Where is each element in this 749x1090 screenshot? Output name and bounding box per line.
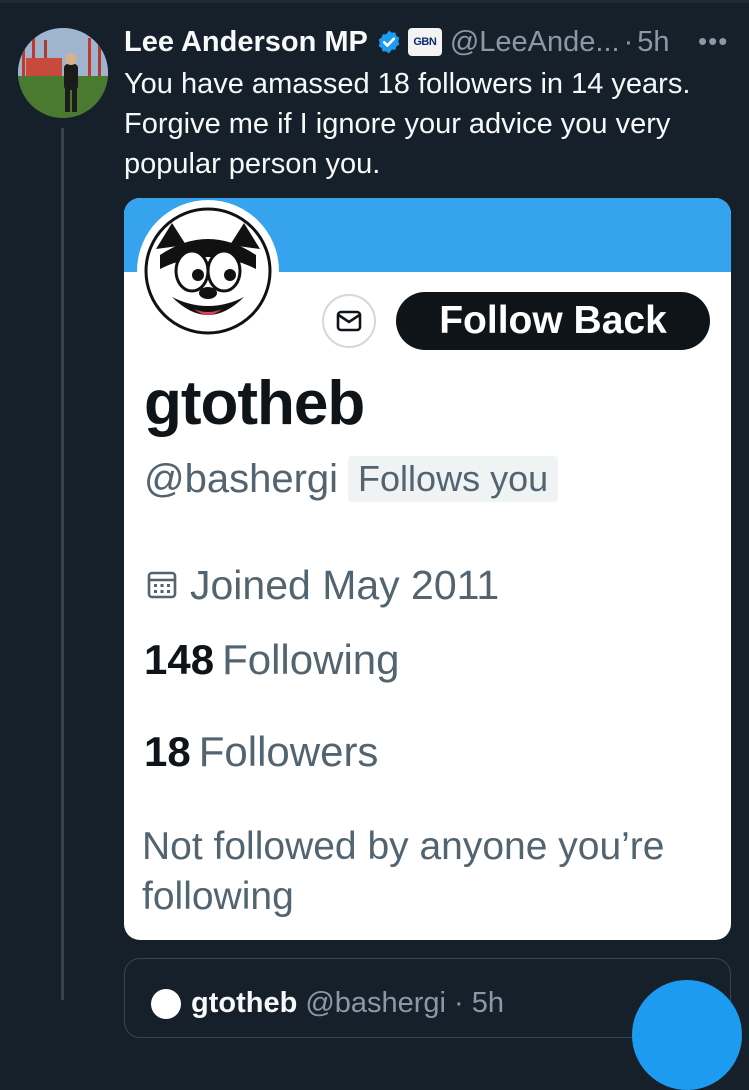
quoted-tweet-header: gtotheb @bashergi · 5h — [151, 987, 504, 1020]
follow-back-button[interactable]: Follow Back — [396, 292, 710, 350]
verified-badge-icon — [378, 30, 400, 54]
more-options-icon[interactable]: ••• — [698, 26, 728, 57]
author-avatar[interactable] — [18, 28, 108, 118]
attached-image-card[interactable]: Follow Back gtotheb @bashergi Follows yo… — [124, 198, 731, 940]
author-handle[interactable]: @LeeAnde... — [450, 26, 620, 59]
author-name[interactable]: Lee Anderson MP — [124, 26, 368, 59]
profile-display-name: gtotheb — [144, 369, 365, 438]
quoted-handle: @bashergi · 5h — [305, 987, 505, 1019]
quoted-avatar — [151, 989, 181, 1020]
affiliation-badge[interactable]: GBN — [407, 28, 442, 56]
calendar-icon — [147, 571, 177, 599]
joined-date-row: Joined May 2011 — [146, 558, 499, 612]
follows-you-badge: Follows you — [348, 456, 559, 502]
message-button[interactable] — [322, 294, 376, 348]
thread-line — [61, 128, 64, 1000]
profile-avatar — [142, 205, 274, 337]
tweet-header: Lee Anderson MP GBN @LeeAnde... · 5h — [124, 22, 670, 62]
joined-date: Joined May 2011 — [190, 561, 500, 608]
tweet-time[interactable]: 5h — [637, 26, 669, 59]
envelope-icon — [336, 310, 362, 332]
separator-dot: · — [623, 25, 634, 58]
followers-label: Followers — [198, 728, 379, 775]
profile-username: @bashergi — [144, 456, 339, 501]
mutual-followers-text: Not followed by anyone you’re following — [142, 825, 665, 918]
quoted-name: gtotheb — [191, 987, 298, 1019]
followers-stat[interactable]: 18 Followers — [144, 728, 378, 776]
compose-button[interactable] — [632, 980, 742, 1090]
following-label: Following — [222, 636, 400, 683]
tweet-text: You have amassed 18 followers in 14 year… — [124, 68, 691, 180]
profile-username-row: @bashergi Follows you — [144, 452, 559, 506]
following-stat[interactable]: 148 Following — [144, 636, 400, 684]
top-divider — [0, 0, 749, 3]
following-count: 148 — [144, 636, 215, 683]
followers-count: 18 — [144, 728, 191, 775]
